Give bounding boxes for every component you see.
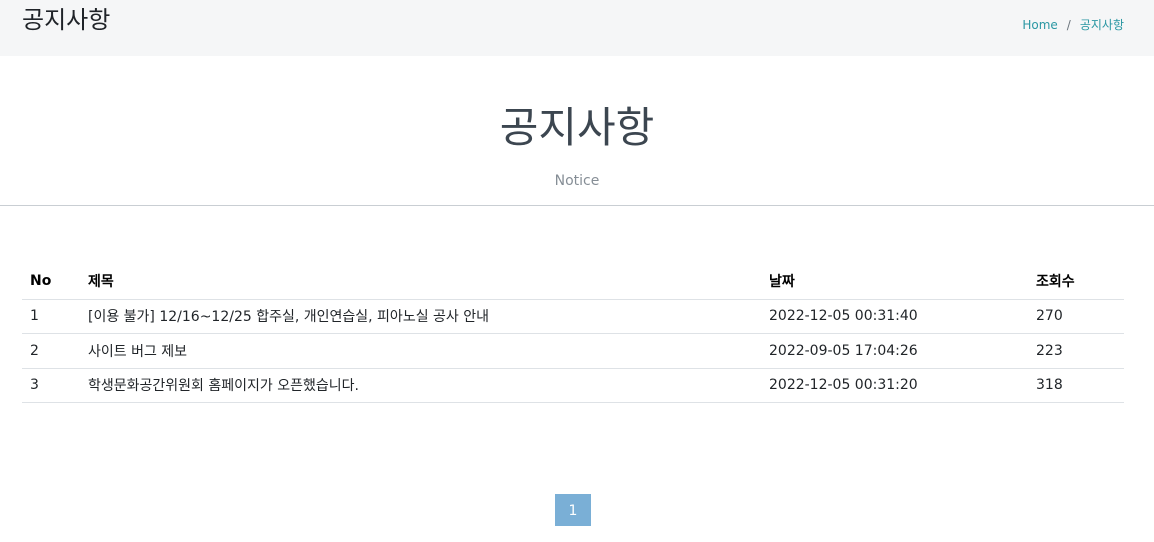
column-header-views: 조회수 [1028, 264, 1124, 300]
page-button-1[interactable]: 1 [555, 494, 591, 526]
notice-table-container: No 제목 날짜 조회수 1 [이용 불가] 12/16~12/25 합주실, … [22, 264, 1124, 403]
row-title-link[interactable]: 학생문화공간위원회 홈페이지가 오픈했습니다. [88, 378, 359, 394]
row-views: 223 [1028, 333, 1124, 369]
row-date: 2022-12-05 00:31:20 [761, 368, 1028, 403]
table-header-row: No 제목 날짜 조회수 [22, 264, 1124, 300]
page-header-title: 공지사항 [22, 6, 111, 34]
row-title-link[interactable]: 사이트 버그 제보 [88, 344, 187, 360]
table-row[interactable]: 3 학생문화공간위원회 홈페이지가 오픈했습니다. 2022-12-05 00:… [22, 368, 1124, 403]
row-date: 2022-09-05 17:04:26 [761, 333, 1028, 369]
column-header-date: 날짜 [761, 264, 1028, 300]
breadcrumb-separator: / [1066, 18, 1071, 32]
row-no: 1 [22, 299, 80, 334]
column-header-no: No [22, 264, 80, 300]
row-no: 2 [22, 333, 80, 369]
notice-table: No 제목 날짜 조회수 1 [이용 불가] 12/16~12/25 합주실, … [22, 264, 1124, 403]
row-title-link[interactable]: [이용 불가] 12/16~12/25 합주실, 개인연습실, 피아노실 공사 … [88, 309, 489, 325]
breadcrumb-current: 공지사항 [1079, 18, 1124, 32]
column-header-title: 제목 [80, 264, 761, 300]
breadcrumb-home-link[interactable]: Home [1022, 16, 1057, 34]
hero-subtitle: Notice [554, 173, 600, 189]
table-row[interactable]: 1 [이용 불가] 12/16~12/25 합주실, 개인연습실, 피아노실 공… [22, 299, 1124, 334]
row-views: 270 [1028, 299, 1124, 334]
row-views: 318 [1028, 368, 1124, 403]
breadcrumb: Home / 공지사항 [1022, 16, 1124, 34]
table-row[interactable]: 2 사이트 버그 제보 2022-09-05 17:04:26 223 [22, 333, 1124, 369]
hero-title: 공지사항 [499, 103, 655, 152]
row-no: 3 [22, 368, 80, 403]
hero-section: 공지사항 Notice [0, 56, 1154, 206]
row-date: 2022-12-05 00:31:40 [761, 299, 1028, 334]
pagination: 1 [555, 494, 591, 526]
top-bar: 공지사항 Home / 공지사항 [0, 0, 1154, 56]
